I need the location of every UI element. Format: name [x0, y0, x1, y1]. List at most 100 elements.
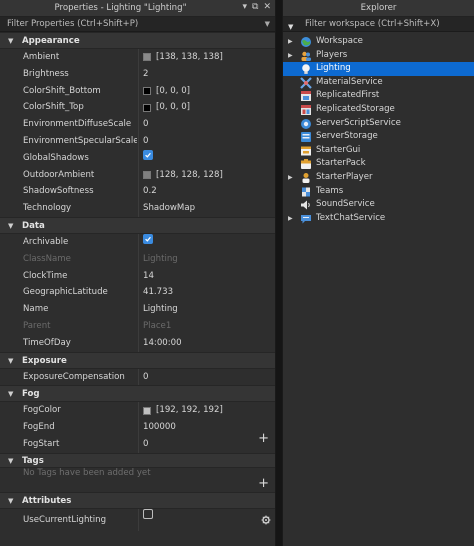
property-value[interactable]: [192, 192, 192]	[156, 402, 223, 419]
property-value[interactable]: Lighting	[143, 301, 178, 318]
tree-item-teams[interactable]: Teams	[283, 185, 474, 199]
attribute-row-use-current-lighting[interactable]: UseCurrentLighting	[0, 508, 275, 531]
add-fog-plus-icon[interactable]: +	[258, 432, 269, 445]
property-name: TimeOfDay	[23, 337, 71, 348]
section-data[interactable]: ▼ Data	[0, 216, 275, 234]
tree-item-starter-player[interactable]: ▶ StarterPlayer	[283, 171, 474, 185]
section-attributes[interactable]: ▼ Attributes	[0, 491, 275, 509]
property-value[interactable]: 0	[143, 369, 148, 386]
tree-item-lighting[interactable]: Lighting	[283, 62, 474, 76]
expand-arrow-icon[interactable]: ▶	[288, 35, 293, 49]
color-swatch[interactable]	[143, 53, 151, 62]
property-value[interactable]: 0	[143, 133, 148, 150]
undock-icon[interactable]: ⧉	[252, 2, 258, 12]
section-exposure[interactable]: ▼ Exposure	[0, 351, 275, 369]
color-swatch[interactable]	[143, 406, 151, 415]
property-row-exposure-compensation[interactable]: ExposureCompensation 0	[0, 368, 275, 386]
property-row-ambient[interactable]: Ambient [138, 138, 138]	[0, 49, 275, 66]
property-value[interactable]: 0	[143, 116, 148, 133]
collapse-arrow-icon[interactable]: ▼	[8, 454, 13, 468]
collapse-arrow-icon[interactable]: ▼	[8, 353, 13, 369]
collapse-arrow-icon[interactable]: ▼	[8, 33, 13, 49]
property-value[interactable]: 0	[143, 436, 148, 453]
property-row-fog-color[interactable]: FogColor [192, 192, 192]	[0, 402, 275, 420]
tree-item-starter-gui[interactable]: StarterGui	[283, 144, 474, 158]
tree-item-workspace[interactable]: ▶ Workspace	[283, 35, 474, 49]
property-row-colorshift-bottom[interactable]: ColorShift_Bottom [0, 0, 0]	[0, 82, 275, 100]
property-row-archivable[interactable]: Archivable	[0, 233, 275, 251]
property-value[interactable]: 2	[143, 66, 148, 83]
tree-item-starter-pack[interactable]: StarterPack	[283, 157, 474, 171]
tree-item-server-storage[interactable]: ServerStorage	[283, 130, 474, 144]
property-row-environment-diffuse-scale[interactable]: EnvironmentDiffuseScale 0	[0, 116, 275, 133]
property-value[interactable]: ShadowMap	[143, 200, 195, 217]
replicated-storage-icon	[301, 104, 311, 115]
text-chat-service-icon	[301, 214, 311, 224]
section-fog[interactable]: ▼ Fog	[0, 385, 275, 403]
property-value[interactable]: [128, 128, 128]	[156, 167, 223, 184]
global-shadows-checkbox[interactable]	[143, 149, 153, 160]
property-name: GeographicLatitude	[23, 287, 108, 298]
tree-item-replicated-storage[interactable]: ReplicatedStorage	[283, 103, 474, 117]
property-row-timeofday[interactable]: TimeOfDay 14:00:00	[0, 334, 275, 352]
tree-item-replicated-first[interactable]: ReplicatedFirst	[283, 89, 474, 103]
property-name: OutdoorAmbient	[23, 169, 95, 180]
property-row-classname: ClassName Lighting	[0, 250, 275, 268]
section-appearance[interactable]: ▼ Appearance	[0, 32, 275, 49]
explorer-filter-input[interactable]: ▼ Filter workspace (Ctrl+Shift+X)	[283, 17, 474, 32]
server-script-service-icon	[301, 118, 311, 129]
property-value[interactable]: [138, 138, 138]	[156, 49, 223, 66]
teams-icon	[302, 187, 310, 197]
gear-icon[interactable]	[261, 515, 271, 525]
property-row-name[interactable]: Name Lighting	[0, 301, 275, 318]
tree-item-sound-service[interactable]: SoundService	[283, 198, 474, 212]
property-row-clocktime[interactable]: ClockTime 14	[0, 267, 275, 285]
tree-item-label: StarterGui	[316, 144, 361, 155]
use-current-lighting-checkbox[interactable]	[143, 508, 153, 519]
collapse-arrow-icon[interactable]: ▼	[8, 386, 13, 402]
expand-arrow-icon[interactable]: ▶	[288, 171, 293, 185]
property-row-outdoor-ambient[interactable]: OutdoorAmbient [128, 128, 128]	[0, 166, 275, 184]
filter-icon[interactable]: ▼	[288, 20, 293, 35]
property-row-shadow-softness[interactable]: ShadowSoftness 0.2	[0, 183, 275, 201]
property-value[interactable]: 14	[143, 268, 154, 285]
tree-item-material-service[interactable]: MaterialService	[283, 76, 474, 90]
property-row-colorshift-top[interactable]: ColorShift_Top [0, 0, 0]	[0, 99, 275, 117]
collapse-arrow-icon[interactable]: ▼	[8, 218, 13, 234]
add-tag-plus-icon[interactable]: +	[258, 477, 269, 490]
archivable-checkbox[interactable]	[143, 233, 153, 244]
chevron-down-icon[interactable]: ▼	[265, 17, 270, 32]
property-row-global-shadows[interactable]: GlobalShadows	[0, 149, 275, 167]
color-swatch[interactable]	[143, 103, 151, 112]
close-icon[interactable]: ✕	[263, 2, 271, 12]
property-row-fog-end[interactable]: FogEnd 100000	[0, 419, 275, 436]
property-row-environment-specular-scale[interactable]: EnvironmentSpecularScale 0	[0, 132, 275, 150]
collapse-arrow-icon[interactable]: ▼	[8, 493, 13, 509]
property-name: Brightness	[23, 68, 69, 79]
property-row-brightness[interactable]: Brightness 2	[0, 65, 275, 83]
tree-item-text-chat-service[interactable]: ▶ TextChatService	[283, 212, 474, 226]
property-value[interactable]: 14:00:00	[143, 335, 182, 352]
property-row-geographic-latitude[interactable]: GeographicLatitude 41.733	[0, 284, 275, 302]
tree-item-players[interactable]: ▶ Players	[283, 49, 474, 63]
tree-item-server-script-service[interactable]: ServerScriptService	[283, 117, 474, 131]
property-row-fog-start[interactable]: FogStart 0 +	[0, 432, 275, 453]
color-swatch[interactable]	[143, 170, 151, 179]
properties-filter-placeholder: Filter Properties (Ctrl+Shift+P)	[7, 19, 139, 29]
property-name: ClassName	[23, 253, 71, 264]
property-value[interactable]: [0, 0, 0]	[156, 83, 190, 100]
color-swatch[interactable]	[143, 86, 151, 95]
expand-arrow-icon[interactable]: ▶	[288, 212, 293, 226]
property-value[interactable]: 0.2	[143, 183, 157, 200]
tree-item-label: StarterPack	[316, 158, 366, 169]
property-row-technology[interactable]: Technology ShadowMap	[0, 200, 275, 217]
section-label: Appearance	[22, 36, 80, 46]
players-icon	[301, 51, 311, 61]
section-tags[interactable]: ▼ Tags	[0, 452, 275, 468]
properties-filter-input[interactable]: Filter Properties (Ctrl+Shift+P) ▼	[0, 17, 275, 32]
property-value[interactable]: [0, 0, 0]	[156, 99, 190, 116]
property-value[interactable]: 100000	[143, 419, 176, 436]
chevron-down-icon[interactable]: ▾	[242, 2, 247, 12]
property-value[interactable]: 41.733	[143, 284, 173, 301]
expand-arrow-icon[interactable]: ▶	[288, 49, 293, 63]
